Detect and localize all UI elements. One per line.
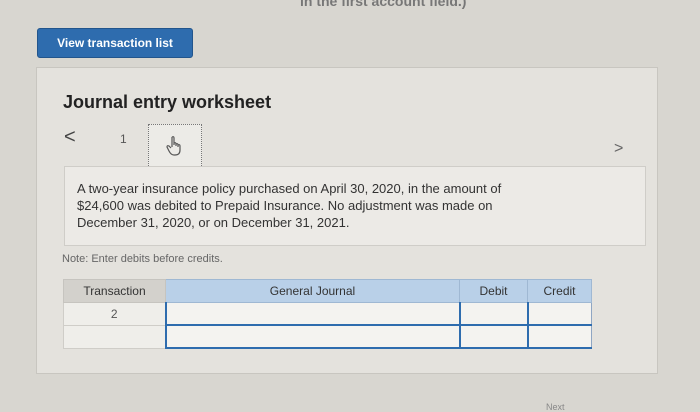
entry-note: Note: Enter debits before credits.	[62, 253, 223, 265]
debit-field[interactable]	[458, 302, 528, 326]
table-row	[63, 324, 592, 349]
journal-table: Transaction General Journal Debit Credit…	[63, 279, 592, 349]
transaction-cell: 2	[63, 302, 166, 326]
debit-field[interactable]	[458, 324, 528, 349]
header-debit: Debit	[459, 279, 528, 303]
credit-field[interactable]	[526, 324, 592, 349]
header-credit: Credit	[527, 279, 592, 303]
hand-pointer-icon	[166, 136, 181, 156]
page-number[interactable]: 1	[120, 132, 127, 146]
transaction-description: A two-year insurance policy purchased on…	[77, 181, 502, 230]
header-general-journal: General Journal	[165, 279, 460, 303]
header-transaction: Transaction	[63, 279, 166, 303]
next-button[interactable]: Next	[546, 402, 565, 412]
current-step-box[interactable]	[148, 124, 202, 168]
credit-field[interactable]	[526, 302, 592, 326]
table-row: 2	[63, 302, 592, 326]
transaction-cell	[63, 324, 166, 349]
next-arrow-icon[interactable]: >	[614, 140, 623, 158]
instruction-fragment: in the first account field.)	[300, 0, 467, 9]
worksheet-title: Journal entry worksheet	[63, 92, 272, 112]
account-field[interactable]	[164, 324, 460, 349]
account-field[interactable]	[164, 302, 460, 326]
previous-arrow-icon[interactable]: <	[64, 126, 76, 149]
view-transaction-list-button[interactable]: View transaction list	[37, 28, 193, 58]
